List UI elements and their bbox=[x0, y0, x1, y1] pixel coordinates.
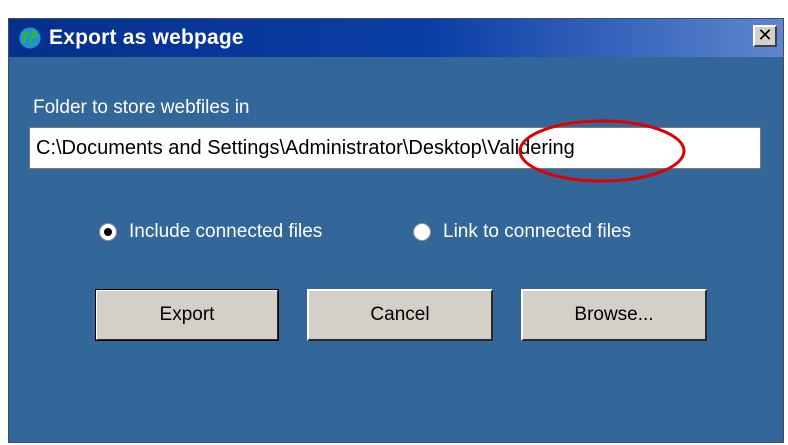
link-radio-label: Link to connected files bbox=[443, 221, 632, 242]
window-title: Export as webpage bbox=[49, 26, 244, 49]
export-button-label: Export bbox=[159, 304, 215, 325]
title-bar[interactable]: Export as webpage ✕ bbox=[9, 19, 783, 57]
close-button[interactable]: ✕ bbox=[753, 25, 777, 47]
export-dialog: Export as webpage ✕ Folder to store webf… bbox=[8, 18, 784, 443]
folder-path-input[interactable] bbox=[29, 127, 761, 169]
link-radio[interactable] bbox=[413, 223, 431, 241]
include-connected-option[interactable]: Include connected files bbox=[99, 221, 322, 243]
browse-button-label: Browse... bbox=[574, 304, 654, 325]
cancel-button[interactable]: Cancel bbox=[307, 289, 493, 341]
close-icon: ✕ bbox=[757, 25, 773, 46]
include-radio-label: Include connected files bbox=[129, 221, 323, 242]
folder-label: Folder to store webfiles in bbox=[33, 97, 250, 118]
export-button[interactable]: Export bbox=[95, 289, 279, 341]
include-radio[interactable] bbox=[99, 223, 117, 241]
globe-icon bbox=[18, 26, 42, 50]
cancel-button-label: Cancel bbox=[370, 304, 430, 325]
browse-button[interactable]: Browse... bbox=[521, 289, 707, 341]
link-connected-option[interactable]: Link to connected files bbox=[413, 221, 631, 243]
